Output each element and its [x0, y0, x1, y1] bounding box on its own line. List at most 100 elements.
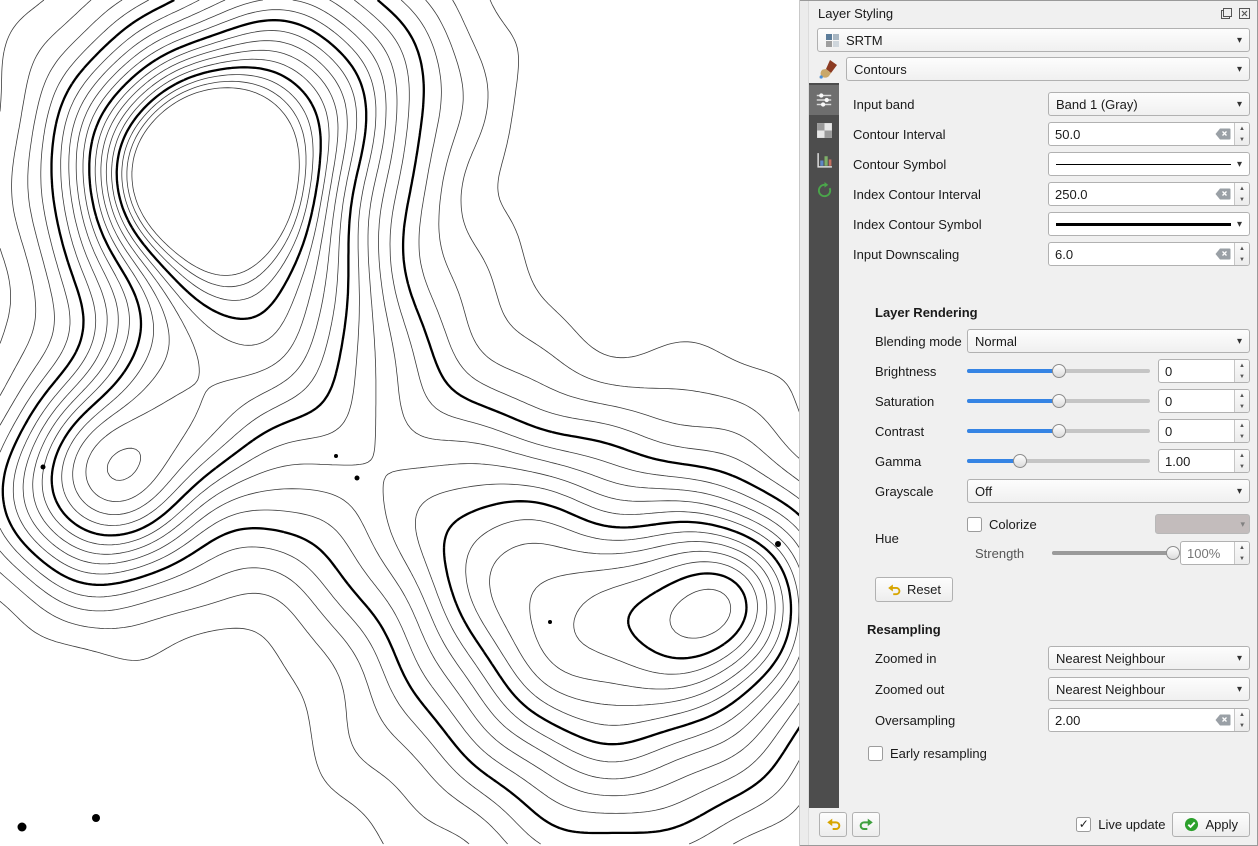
input-band-label: Input band — [853, 97, 1048, 112]
close-panel-button[interactable] — [1237, 7, 1251, 21]
contrast-row: Contrast 0 ▲▼ — [875, 418, 1250, 444]
strength-input[interactable]: 100% ▲▼ — [1180, 541, 1250, 565]
history-icon — [816, 182, 833, 199]
float-icon — [1221, 8, 1232, 19]
zoomed-out-row: Zoomed out Nearest Neighbour ▾ — [875, 676, 1250, 702]
redo-button[interactable] — [852, 812, 880, 837]
contour-map — [0, 0, 800, 846]
oversampling-input[interactable]: 2.00 ▲▼ — [1048, 708, 1250, 732]
contrast-input[interactable]: 0 ▲▼ — [1158, 419, 1250, 443]
spin-buttons[interactable]: ▲▼ — [1234, 390, 1249, 412]
reset-row: Reset — [875, 577, 1250, 602]
live-update-label: Live update — [1098, 817, 1165, 832]
input-downscaling-row: Input Downscaling 6.0 ▲▼ — [853, 241, 1250, 267]
colorize-checkbox[interactable] — [967, 517, 982, 532]
colorize-color-swatch[interactable]: ▾ — [1155, 514, 1250, 534]
gamma-input[interactable]: 1.00 ▲▼ — [1158, 449, 1250, 473]
spin-buttons[interactable]: ▲▼ — [1234, 542, 1249, 564]
float-panel-button[interactable] — [1219, 7, 1233, 21]
oversampling-label: Oversampling — [875, 713, 1048, 728]
brightness-slider[interactable] — [967, 361, 1150, 381]
chevron-down-icon: ▾ — [1237, 219, 1242, 230]
contour-interval-label: Contour Interval — [853, 127, 1048, 142]
slider-handle[interactable] — [1052, 364, 1066, 378]
map-canvas[interactable] — [0, 0, 800, 846]
panel-title: Layer Styling — [818, 6, 1215, 21]
grayscale-combo[interactable]: Off ▾ — [967, 479, 1250, 503]
layer-select-combo[interactable]: SRTM ▾ — [817, 28, 1250, 52]
blending-mode-combo[interactable]: Normal ▾ — [967, 329, 1250, 353]
tab-history[interactable] — [809, 175, 839, 205]
tab-histogram[interactable] — [809, 145, 839, 175]
chevron-down-icon: ▾ — [1237, 159, 1242, 170]
gamma-slider[interactable] — [967, 451, 1150, 471]
blending-mode-value: Normal — [975, 334, 1017, 349]
undo-button[interactable] — [819, 812, 847, 837]
spin-buttons[interactable]: ▲▼ — [1234, 420, 1249, 442]
spin-buttons[interactable]: ▲▼ — [1234, 123, 1249, 145]
brightness-input[interactable]: 0 ▲▼ — [1158, 359, 1250, 383]
map-point-feature — [41, 465, 46, 470]
input-band-combo[interactable]: Band 1 (Gray) ▾ — [1048, 92, 1250, 116]
chevron-down-icon: ▾ — [1237, 653, 1242, 664]
map-point-feature — [334, 454, 338, 458]
input-band-value: Band 1 (Gray) — [1056, 97, 1138, 112]
early-resampling-row: Early resampling — [868, 741, 1250, 765]
strength-value: 100% — [1187, 546, 1234, 561]
spin-buttons[interactable]: ▲▼ — [1234, 243, 1249, 265]
spin-buttons[interactable]: ▲▼ — [1234, 450, 1249, 472]
chevron-down-icon: ▾ — [1237, 64, 1242, 75]
layer-name: SRTM — [846, 33, 883, 48]
early-resampling-checkbox[interactable] — [868, 746, 883, 761]
zoomed-in-combo[interactable]: Nearest Neighbour ▾ — [1048, 646, 1250, 670]
brightness-row: Brightness 0 ▲▼ — [875, 358, 1250, 384]
contour-symbol-combo[interactable]: ▾ — [1048, 152, 1250, 176]
apply-icon — [1184, 817, 1199, 832]
spin-buttons[interactable]: ▲▼ — [1234, 709, 1249, 731]
tab-symbology[interactable] — [809, 85, 839, 115]
layer-rendering-heading: Layer Rendering — [875, 305, 1250, 320]
clear-value-icon[interactable] — [1215, 128, 1231, 140]
clear-value-icon[interactable] — [1215, 188, 1231, 200]
strength-label: Strength — [967, 546, 1045, 561]
slider-handle[interactable] — [1052, 394, 1066, 408]
reset-button[interactable]: Reset — [875, 577, 953, 602]
contour-interval-row: Contour Interval 50.0 ▲▼ — [853, 121, 1250, 147]
index-contour-interval-input[interactable]: 250.0 ▲▼ — [1048, 182, 1250, 206]
slider-handle[interactable] — [1166, 546, 1180, 560]
chevron-down-icon: ▾ — [1237, 336, 1242, 347]
clear-value-icon[interactable] — [1215, 248, 1231, 260]
zoomed-in-label: Zoomed in — [875, 651, 1048, 666]
zoomed-out-label: Zoomed out — [875, 682, 1048, 697]
index-contour-symbol-row: Index Contour Symbol ▾ — [853, 211, 1250, 237]
contrast-label: Contrast — [875, 424, 967, 439]
saturation-row: Saturation 0 ▲▼ — [875, 388, 1250, 414]
panel-footer: Live update Apply — [809, 808, 1258, 846]
saturation-input[interactable]: 0 ▲▼ — [1158, 389, 1250, 413]
contrast-slider[interactable] — [967, 421, 1150, 441]
index-contour-symbol-combo[interactable]: ▾ — [1048, 212, 1250, 236]
contour-interval-input[interactable]: 50.0 ▲▼ — [1048, 122, 1250, 146]
saturation-label: Saturation — [875, 394, 967, 409]
thin-line-symbol-preview — [1056, 164, 1231, 165]
apply-button[interactable]: Apply — [1172, 812, 1250, 837]
colorize-row: Colorize ▾ — [967, 511, 1250, 537]
live-update-checkbox[interactable] — [1076, 817, 1091, 832]
hue-group: Hue Colorize ▾ Strength — [875, 508, 1250, 569]
qgis-window: Layer Styling — [0, 0, 1258, 846]
zoomed-out-combo[interactable]: Nearest Neighbour ▾ — [1048, 677, 1250, 701]
panel-splitter[interactable] — [800, 0, 809, 846]
oversampling-value: 2.00 — [1055, 713, 1215, 728]
slider-handle[interactable] — [1013, 454, 1027, 468]
clear-value-icon[interactable] — [1215, 714, 1231, 726]
input-downscaling-input[interactable]: 6.0 ▲▼ — [1048, 242, 1250, 266]
spin-buttons[interactable]: ▲▼ — [1234, 183, 1249, 205]
grayscale-value: Off — [975, 484, 992, 499]
slider-handle[interactable] — [1052, 424, 1066, 438]
map-point-feature — [355, 476, 360, 481]
saturation-slider[interactable] — [967, 391, 1150, 411]
spin-buttons[interactable]: ▲▼ — [1234, 360, 1249, 382]
tab-transparency[interactable] — [809, 115, 839, 145]
strength-slider[interactable] — [1052, 543, 1173, 563]
style-type-combo[interactable]: Contours ▾ — [846, 57, 1250, 81]
